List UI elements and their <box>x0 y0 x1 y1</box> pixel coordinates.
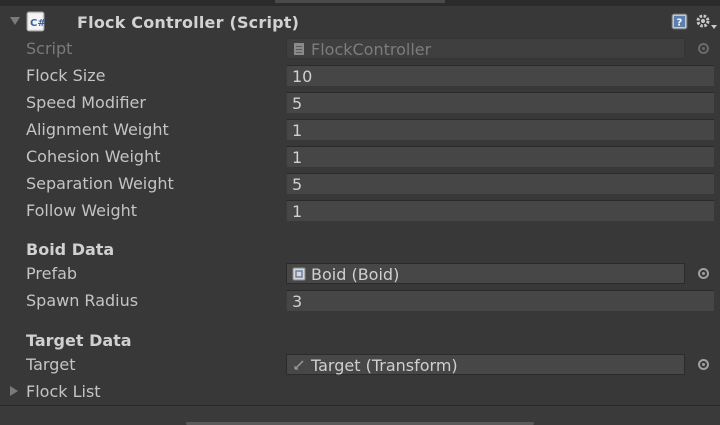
separation-weight-label: Separation Weight <box>26 174 174 193</box>
csharp-script-icon[interactable]: C# <box>26 11 46 32</box>
speed-modifier-row: Speed Modifier 5 <box>0 90 720 114</box>
separation-weight-field[interactable]: 5 <box>286 173 714 194</box>
script-row: Script FlockController <box>0 36 720 60</box>
svg-text:C#: C# <box>30 18 46 29</box>
follow-weight-field[interactable]: 1 <box>286 200 714 221</box>
script-picker-icon <box>698 43 709 54</box>
script-field: FlockController <box>286 38 685 59</box>
cohesion-weight-label: Cohesion Weight <box>26 147 161 166</box>
target-picker-icon[interactable] <box>698 359 709 370</box>
target-value: Target (Transform) <box>311 356 458 375</box>
prefab-field[interactable]: Boid (Boid) <box>286 263 685 284</box>
spawn-radius-row: Spawn Radius 3 <box>0 288 720 312</box>
script-label: Script <box>26 39 73 58</box>
separation-weight-row: Separation Weight 5 <box>0 171 720 195</box>
follow-weight-value: 1 <box>292 202 303 221</box>
alignment-weight-value: 1 <box>292 121 303 140</box>
target-row: Target Target (Transform) <box>0 352 720 376</box>
help-book-icon[interactable]: ? <box>671 13 688 30</box>
flock-list-row[interactable]: Flock List <box>0 379 720 403</box>
component-header[interactable]: C# Flock Controller (Script) ? <box>0 8 720 38</box>
flock-size-value: 10 <box>292 67 313 86</box>
spawn-radius-value: 3 <box>292 292 303 311</box>
target-field[interactable]: Target (Transform) <box>286 354 685 375</box>
follow-weight-row: Follow Weight 1 <box>0 198 720 222</box>
target-label: Target <box>26 355 76 374</box>
script-value: FlockController <box>311 40 432 59</box>
flock-list-label[interactable]: Flock List <box>26 382 101 401</box>
svg-text:?: ? <box>677 18 683 29</box>
component-title: Flock Controller (Script) <box>77 13 300 32</box>
gear-icon[interactable] <box>694 12 718 32</box>
speed-modifier-value: 5 <box>292 94 303 113</box>
prefab-value: Boid (Boid) <box>311 265 400 284</box>
separation-weight-value: 5 <box>292 175 303 194</box>
top-separator <box>0 0 720 6</box>
cohesion-weight-field[interactable]: 1 <box>286 146 714 167</box>
flock-size-field[interactable]: 10 <box>286 65 714 86</box>
spawn-radius-field[interactable]: 3 <box>286 290 714 311</box>
script-file-icon <box>294 43 304 55</box>
flock-size-label: Flock Size <box>26 66 106 85</box>
foldout-arrow-icon[interactable] <box>10 17 20 25</box>
prefab-object-icon <box>292 267 306 281</box>
transform-icon <box>294 360 304 370</box>
flock-size-row: Flock Size 10 <box>0 63 720 87</box>
alignment-weight-label: Alignment Weight <box>26 120 169 139</box>
cohesion-weight-row: Cohesion Weight 1 <box>0 144 720 168</box>
speed-modifier-label: Speed Modifier <box>26 93 146 112</box>
boid-data-header: Boid Data <box>26 240 115 259</box>
prefab-row: Prefab Boid (Boid) <box>0 261 720 285</box>
prefab-label: Prefab <box>26 264 78 283</box>
target-data-header: Target Data <box>26 331 132 350</box>
alignment-weight-field[interactable]: 1 <box>286 119 714 140</box>
expand-arrow-icon[interactable] <box>10 386 18 396</box>
prefab-picker-icon[interactable] <box>698 268 709 279</box>
spawn-radius-label: Spawn Radius <box>26 291 139 310</box>
speed-modifier-field[interactable]: 5 <box>286 92 714 113</box>
follow-weight-label: Follow Weight <box>26 201 138 220</box>
cohesion-weight-value: 1 <box>292 148 303 167</box>
alignment-weight-row: Alignment Weight 1 <box>0 117 720 141</box>
